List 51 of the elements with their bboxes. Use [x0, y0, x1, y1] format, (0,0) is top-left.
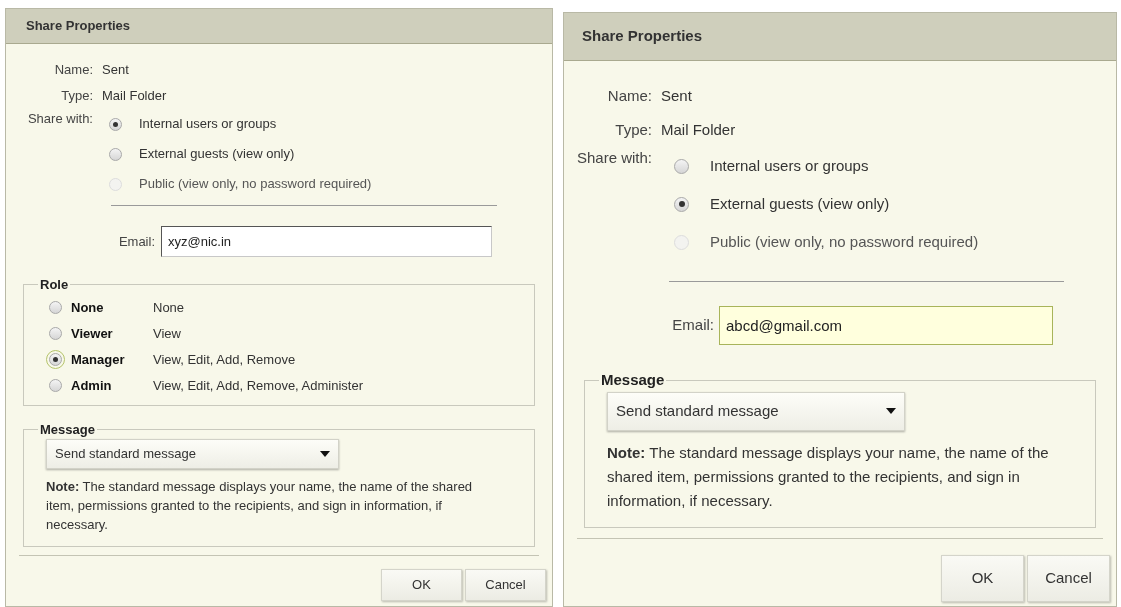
radio-label: Internal users or groups [710, 155, 869, 176]
message-dropdown[interactable]: Send standard message [607, 391, 905, 431]
field-label: Email: [117, 232, 156, 251]
field-label: Share with: [26, 110, 94, 128]
field-label: Email: [671, 315, 715, 336]
role-description: View [153, 324, 181, 343]
radio-label: Public (view only, no password required) [710, 231, 979, 252]
field-value: Sent [661, 85, 692, 106]
dialog-button[interactable]: OK [381, 569, 462, 601]
radio-button[interactable] [674, 196, 689, 212]
email-field[interactable]: xyz@nic.in [161, 226, 492, 257]
role-description: View, Edit, Add, Remove, Administer [153, 376, 364, 395]
email-field[interactable]: abcd@gmail.com [719, 306, 1053, 345]
role-name: None [71, 298, 105, 317]
radio-button[interactable] [49, 301, 62, 314]
field-label: Type: [614, 119, 653, 140]
radio-button[interactable] [109, 117, 122, 131]
message-dropdown[interactable]: Send standard message [46, 439, 339, 469]
role-name: Manager [71, 350, 126, 369]
radio-button[interactable] [49, 379, 62, 392]
radio-button[interactable] [49, 327, 62, 340]
role-description: None [153, 298, 185, 317]
role-name: Admin [71, 376, 113, 395]
role-description: View, Edit, Add, Remove [153, 350, 296, 369]
radio-button[interactable] [49, 353, 62, 366]
field-label: Share with: [575, 148, 653, 168]
dialog-button[interactable]: Cancel [1027, 554, 1110, 602]
note-text: Note: The standard message displays your name, the name of the shared item, permissions granted to the recipients, and sign in information, if necessary. [46, 478, 474, 534]
radio-button[interactable] [109, 147, 122, 161]
radio-button[interactable] [674, 158, 689, 174]
field-value: Sent [102, 61, 129, 80]
dialog-title: Share Properties [564, 13, 1116, 61]
radio-label: External guests (view only) [139, 145, 295, 164]
caret-icon [886, 408, 896, 414]
radio-label: External guests (view only) [710, 193, 890, 214]
field-value: Mail Folder [102, 87, 167, 106]
dialog-button[interactable]: OK [941, 554, 1024, 602]
dialog-button[interactable]: Cancel [465, 569, 546, 601]
fieldset-legend: Message [38, 419, 97, 439]
field-value: Mail Folder [661, 119, 736, 140]
fieldset-legend: Role [38, 275, 71, 295]
fieldset-legend: Message [599, 369, 667, 392]
caret-icon [320, 451, 330, 457]
field-label: Name: [53, 61, 94, 80]
radio-label: Internal users or groups [139, 115, 277, 134]
note-text: Note: The standard message displays your name, the name of the shared item, permissions granted to the recipients, and sign in information, if necessary. [607, 442, 1050, 511]
dialog-title: Share Properties [6, 9, 552, 44]
field-label: Name: [606, 85, 653, 106]
radio-label: Public (view only, no password required) [139, 175, 372, 194]
field-label: Type: [60, 87, 94, 106]
role-name: Viewer [71, 324, 114, 343]
